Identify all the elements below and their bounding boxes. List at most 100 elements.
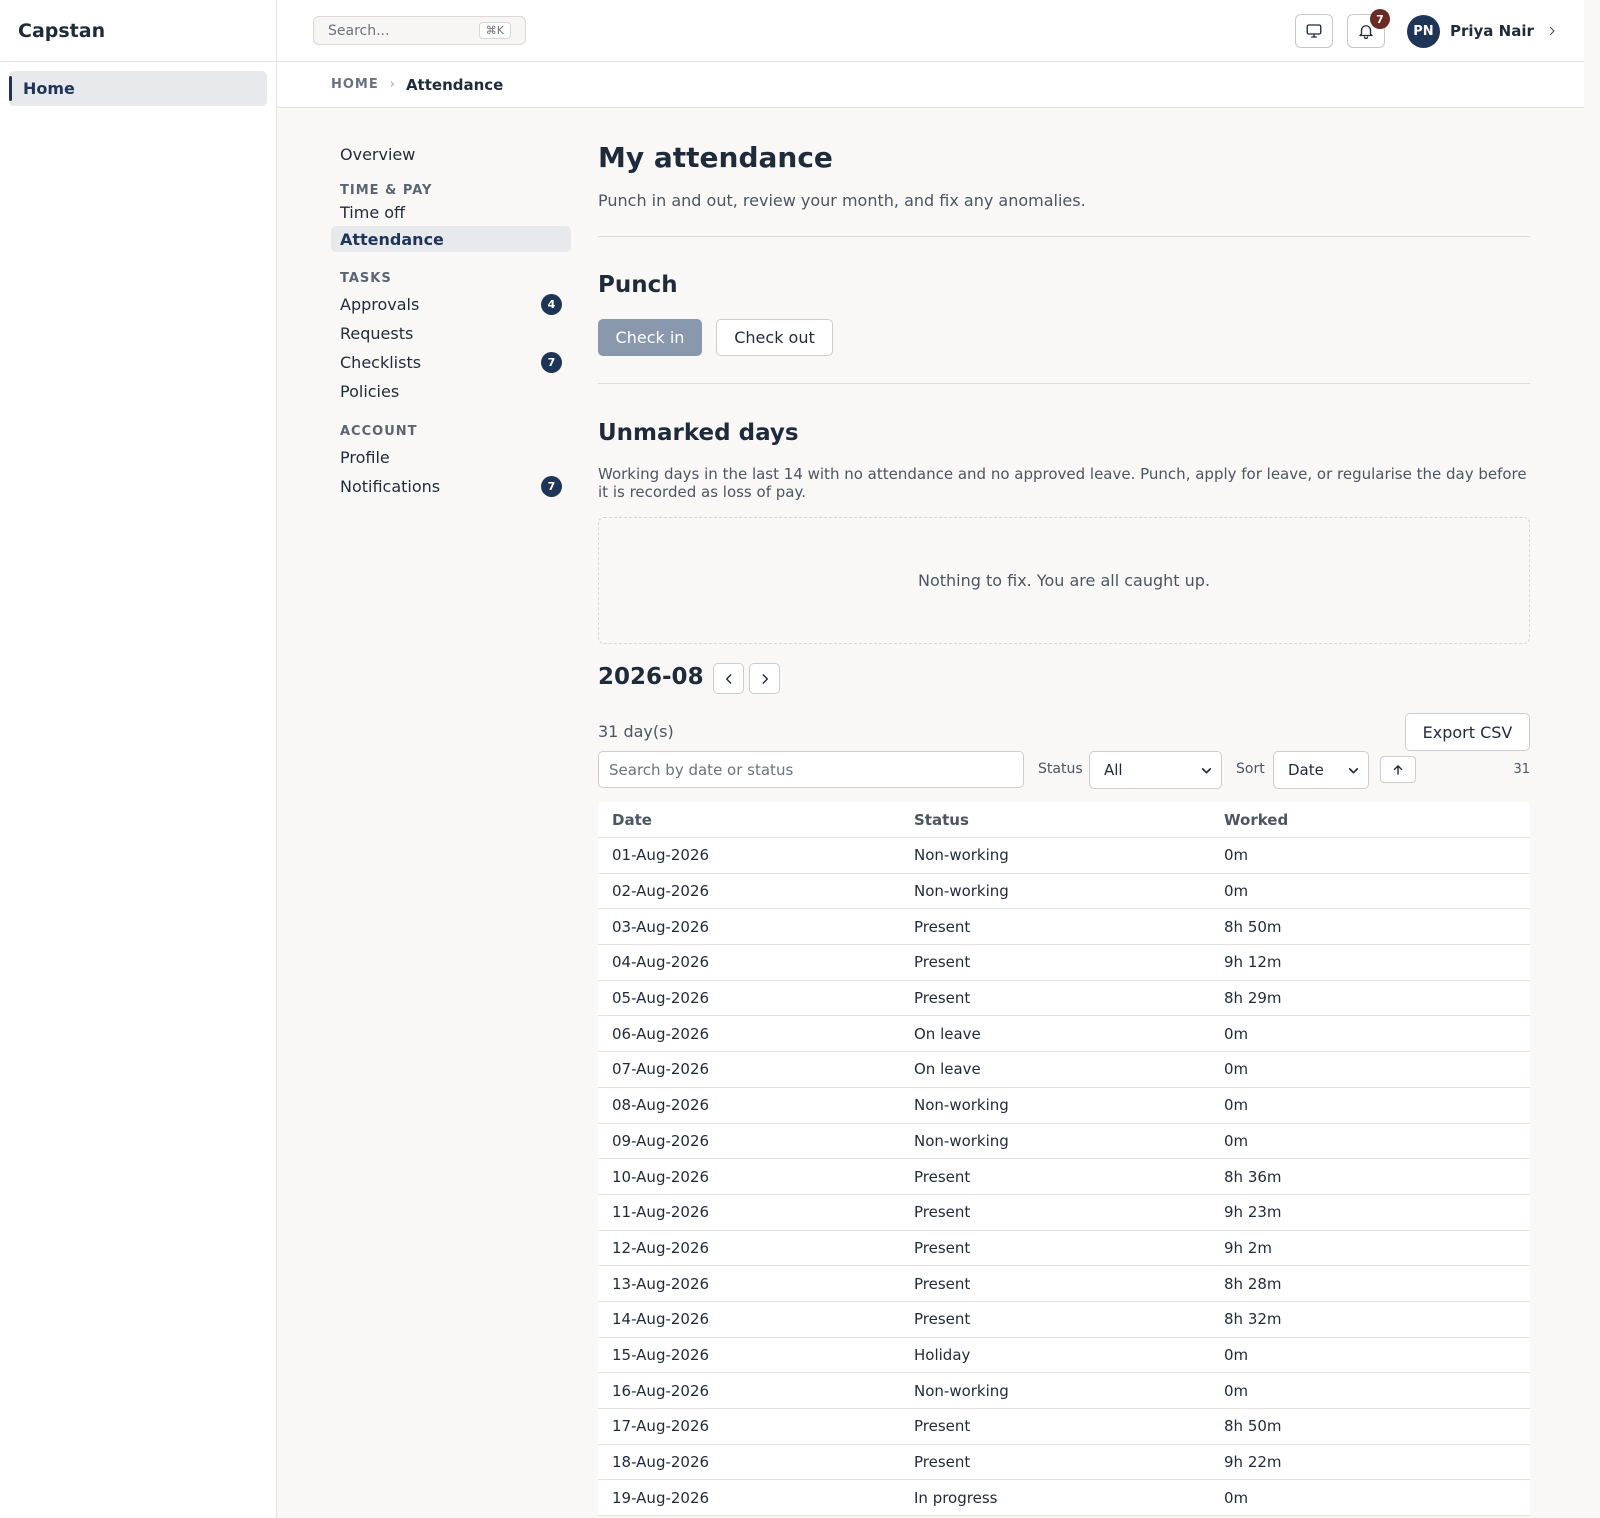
avatar: PN xyxy=(1407,14,1440,48)
subnav-item-policies[interactable]: Policies xyxy=(331,377,571,405)
status-cell: Present xyxy=(914,1453,971,1472)
date-cell: 18-Aug-2026 xyxy=(612,1453,710,1472)
day-count: 31 day(s) xyxy=(598,722,674,741)
date-cell: 15-Aug-2026 xyxy=(612,1345,710,1364)
subnav-item-label: Approvals xyxy=(340,294,420,314)
status-filter-select[interactable]: All xyxy=(1089,751,1222,789)
date-cell: 14-Aug-2026 xyxy=(612,1310,710,1329)
export-csv-button[interactable]: Export CSV xyxy=(1405,713,1530,751)
subnav-item-notifications[interactable]: Notifications 7 xyxy=(331,472,571,500)
notifications-count-badge: 7 xyxy=(541,475,562,497)
sort-select[interactable]: Date xyxy=(1273,751,1369,789)
subnav-item-time-off[interactable]: Time off xyxy=(331,198,571,226)
status-cell: Non-working xyxy=(914,882,1009,901)
status-cell: Present xyxy=(914,953,971,972)
subnav-item-overview[interactable]: Overview xyxy=(331,140,571,168)
unmarked-description: Working days in the last 14 with no atte… xyxy=(598,465,1527,501)
worked-cell: 0m xyxy=(1224,882,1249,901)
date-cell: 05-Aug-2026 xyxy=(612,989,710,1008)
notifications-button[interactable]: 7 xyxy=(1347,9,1390,48)
row-count: 31 xyxy=(1513,762,1530,777)
table-row[interactable]: 19-Aug-2026 In progress 0m xyxy=(598,1480,1530,1517)
table-row[interactable]: 13-Aug-2026 Present 8h 28m xyxy=(598,1266,1530,1302)
status-cell: Present xyxy=(914,989,971,1008)
table-row[interactable]: 07-Aug-2026 On leave 0m xyxy=(598,1052,1530,1088)
subnav-item-approvals[interactable]: Approvals 4 xyxy=(331,290,571,318)
global-search[interactable]: Search... ⌘K xyxy=(313,16,526,45)
date-cell: 02-Aug-2026 xyxy=(612,882,710,901)
page-title: My attendance xyxy=(598,141,833,174)
table-row[interactable]: 01-Aug-2026 Non-working 0m xyxy=(598,838,1530,874)
column-header-date[interactable]: Date xyxy=(598,811,914,829)
status-cell: Present xyxy=(914,1238,971,1257)
status-filter-label: Status xyxy=(1038,761,1083,777)
date-cell: 17-Aug-2026 xyxy=(612,1417,710,1436)
table-row[interactable]: 17-Aug-2026 Present 8h 50m xyxy=(598,1409,1530,1445)
breadcrumb-separator-icon: › xyxy=(389,77,395,92)
table-row[interactable]: 10-Aug-2026 Present 8h 36m xyxy=(598,1159,1530,1195)
display-button[interactable] xyxy=(1295,14,1333,48)
subnav-group-account: ACCOUNT xyxy=(340,424,418,439)
date-cell: 07-Aug-2026 xyxy=(612,1060,710,1079)
date-cell: 10-Aug-2026 xyxy=(612,1167,710,1186)
check-in-button[interactable]: Check in xyxy=(598,319,702,356)
top-bar: Search... ⌘K 7 PN Priya Nair xyxy=(277,0,1584,62)
breadcrumb-home[interactable]: HOME xyxy=(331,77,379,92)
table-header: Date Status Worked xyxy=(598,802,1530,838)
table-row[interactable]: 12-Aug-2026 Present 9h 2m xyxy=(598,1231,1530,1267)
checklists-count-badge: 7 xyxy=(541,351,562,373)
chevron-down-icon xyxy=(1347,764,1360,777)
subnav-item-attendance[interactable]: Attendance xyxy=(331,226,571,252)
worked-cell: 0m xyxy=(1224,1060,1249,1079)
next-month-button[interactable] xyxy=(749,663,780,694)
table-row[interactable]: 08-Aug-2026 Non-working 0m xyxy=(598,1088,1530,1124)
table-row[interactable]: 02-Aug-2026 Non-working 0m xyxy=(598,874,1530,910)
worked-cell: 9h 2m xyxy=(1224,1238,1272,1257)
check-out-button[interactable]: Check out xyxy=(716,319,833,356)
app-sidebar: Capstan Home xyxy=(0,0,277,1518)
status-cell: Present xyxy=(914,1274,971,1293)
section-nav: Overview TIME & PAY Time off Attendance … xyxy=(331,140,571,500)
search-shortcut: ⌘K xyxy=(478,22,511,39)
subnav-item-checklists[interactable]: Checklists 7 xyxy=(331,348,571,376)
sidebar-item-home[interactable]: Home xyxy=(9,71,267,106)
table-search-input[interactable] xyxy=(598,751,1024,788)
arrow-up-icon xyxy=(1393,764,1403,775)
status-cell: Present xyxy=(914,1203,971,1222)
worked-cell: 0m xyxy=(1224,1381,1249,1400)
table-row[interactable]: 04-Aug-2026 Present 9h 12m xyxy=(598,945,1530,981)
table-row[interactable]: 14-Aug-2026 Present 8h 32m xyxy=(598,1302,1530,1338)
table-row[interactable]: 05-Aug-2026 Present 8h 29m xyxy=(598,981,1530,1017)
user-menu[interactable]: PN Priya Nair xyxy=(1407,13,1558,49)
date-cell: 01-Aug-2026 xyxy=(612,846,710,865)
breadcrumb-current: Attendance xyxy=(405,75,504,94)
sort-direction-button[interactable] xyxy=(1380,756,1416,783)
chevron-right-icon xyxy=(762,673,768,684)
worked-cell: 0m xyxy=(1224,1488,1249,1507)
date-cell: 04-Aug-2026 xyxy=(612,953,710,972)
table-row[interactable]: 11-Aug-2026 Present 9h 23m xyxy=(598,1195,1530,1231)
brand-logo[interactable]: Capstan xyxy=(0,0,276,62)
worked-cell: 0m xyxy=(1224,1024,1249,1043)
table-row[interactable]: 16-Aug-2026 Non-working 0m xyxy=(598,1373,1530,1409)
column-header-status[interactable]: Status xyxy=(914,811,1224,829)
date-cell: 06-Aug-2026 xyxy=(612,1024,710,1043)
table-row[interactable]: 15-Aug-2026 Holiday 0m xyxy=(598,1338,1530,1374)
status-cell: Present xyxy=(914,1167,971,1186)
subnav-item-label: Checklists xyxy=(340,352,422,372)
table-body: 01-Aug-2026 Non-working 0m 02-Aug-2026 Non-w… xyxy=(598,838,1530,1517)
table-row[interactable]: 09-Aug-2026 Non-working 0m xyxy=(598,1124,1530,1160)
table-row[interactable]: 18-Aug-2026 Present 9h 22m xyxy=(598,1445,1530,1481)
worked-cell: 8h 28m xyxy=(1224,1274,1282,1293)
subnav-item-requests[interactable]: Requests xyxy=(331,319,571,347)
subnav-item-profile[interactable]: Profile xyxy=(331,443,571,471)
table-row[interactable]: 03-Aug-2026 Present 8h 50m xyxy=(598,909,1530,946)
table-row[interactable]: 06-Aug-2026 On leave 0m xyxy=(598,1016,1530,1053)
column-header-worked[interactable]: Worked xyxy=(1224,811,1530,829)
worked-cell: 0m xyxy=(1224,1131,1249,1150)
previous-month-button[interactable] xyxy=(713,663,744,694)
chevron-left-icon xyxy=(725,673,731,684)
status-cell: Present xyxy=(914,1310,971,1329)
date-cell: 08-Aug-2026 xyxy=(612,1096,710,1115)
worked-cell: 9h 22m xyxy=(1224,1453,1282,1472)
